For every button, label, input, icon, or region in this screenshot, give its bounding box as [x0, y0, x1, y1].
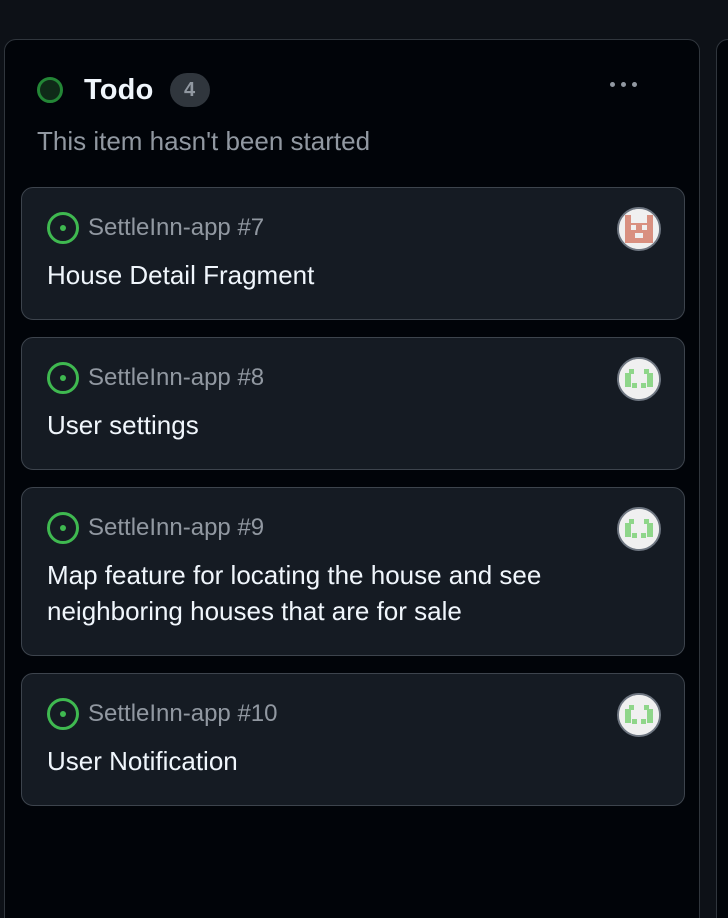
issue-title[interactable]: User Notification: [47, 743, 658, 779]
issue-reference[interactable]: SettleInn-app #9: [88, 514, 264, 542]
issue-title[interactable]: User settings: [47, 407, 658, 443]
issue-card[interactable]: SettleInn-app #10 User Notification: [21, 673, 685, 806]
card-meta: SettleInn-app #10: [47, 696, 658, 732]
issue-opened-icon: [47, 512, 79, 544]
assignee-avatar[interactable]: [617, 507, 661, 551]
issue-title[interactable]: House Detail Fragment: [47, 257, 658, 293]
issue-card[interactable]: SettleInn-app #8 User settings: [21, 337, 685, 470]
assignee-avatar[interactable]: [617, 693, 661, 737]
card-meta: SettleInn-app #8: [47, 360, 658, 396]
issue-reference[interactable]: SettleInn-app #8: [88, 364, 264, 392]
issue-reference[interactable]: SettleInn-app #7: [88, 214, 264, 242]
card-meta: SettleInn-app #7: [47, 210, 658, 246]
issue-card[interactable]: SettleInn-app #7 House Detail Fragment: [21, 187, 685, 320]
kebab-dot: [620, 81, 626, 87]
status-circle-icon: [37, 77, 63, 103]
column-header: Todo 4: [37, 70, 659, 110]
issue-card[interactable]: SettleInn-app #9 Map feature for locatin…: [21, 487, 685, 656]
card-list: SettleInn-app #7 House Detail Fragment S…: [21, 187, 685, 823]
identicon-icon: [619, 695, 659, 735]
kebab-dot: [631, 81, 637, 87]
identicon-icon: [619, 509, 659, 549]
board-column-next: [716, 39, 728, 918]
issue-opened-icon: [47, 698, 79, 730]
item-count-badge: 4: [169, 73, 210, 107]
card-meta: SettleInn-app #9: [47, 510, 658, 546]
project-board: Todo 4 This item hasn't been started Set…: [0, 0, 728, 918]
identicon-icon: [619, 359, 659, 399]
issue-opened-icon: [47, 362, 79, 394]
column-menu-button[interactable]: [599, 70, 647, 98]
board-column-todo: Todo 4 This item hasn't been started Set…: [4, 39, 700, 918]
issue-title[interactable]: Map feature for locating the house and s…: [47, 557, 658, 629]
identicon-icon: [619, 209, 659, 249]
column-description: This item hasn't been started: [37, 126, 371, 156]
assignee-avatar[interactable]: [617, 357, 661, 401]
assignee-avatar[interactable]: [617, 207, 661, 251]
issue-reference[interactable]: SettleInn-app #10: [88, 700, 277, 728]
issue-opened-icon: [47, 212, 79, 244]
kebab-dot: [609, 81, 615, 87]
column-title: Todo: [84, 73, 154, 106]
